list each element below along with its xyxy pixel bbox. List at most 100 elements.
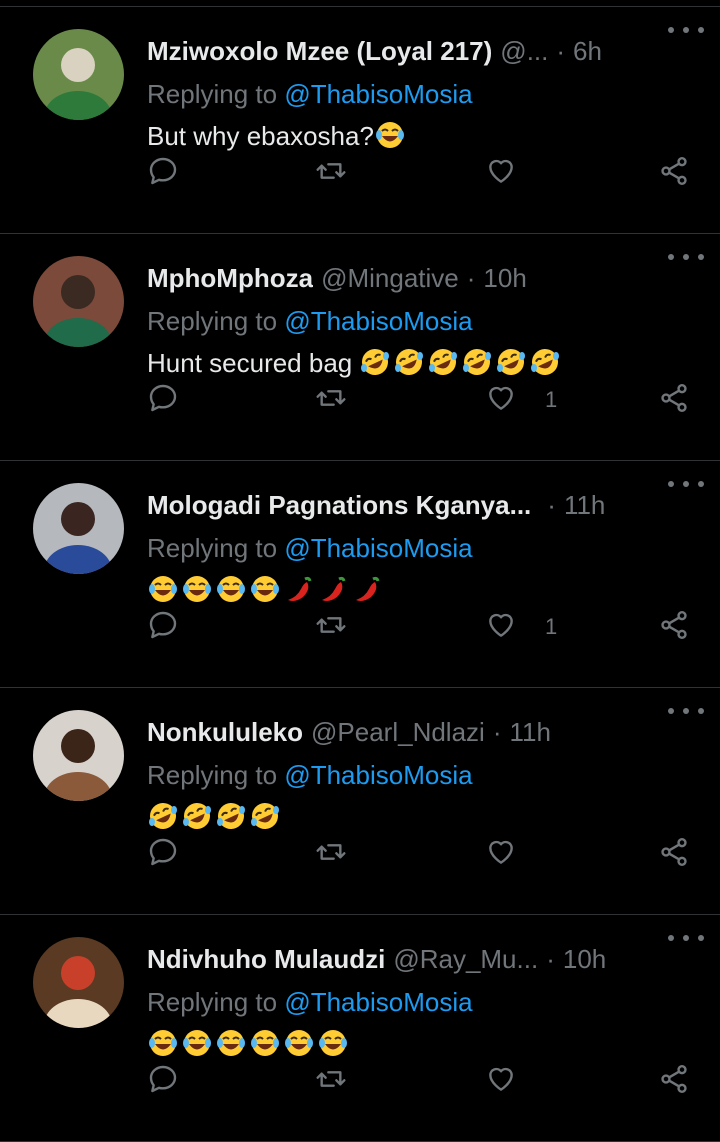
more-icon[interactable] xyxy=(668,248,704,266)
tweet-reply[interactable]: Mziwoxolo Mzee (Loyal 217) @... · 6h Replyin… xyxy=(0,7,720,234)
retweet-icon xyxy=(315,155,347,192)
action-bar xyxy=(147,153,690,193)
reply-icon xyxy=(147,382,179,419)
retweet-button[interactable] xyxy=(315,380,347,420)
user-handle[interactable]: @Ray_Mu... xyxy=(393,937,538,981)
more-icon[interactable] xyxy=(668,929,704,947)
avatar[interactable] xyxy=(33,256,124,347)
share-icon xyxy=(658,609,690,646)
like-count: 1 xyxy=(545,387,558,412)
more-icon[interactable] xyxy=(668,475,704,493)
reply-button[interactable] xyxy=(147,1061,179,1101)
share-button[interactable] xyxy=(658,1061,690,1101)
like-button[interactable]: 1 xyxy=(485,380,557,420)
share-button[interactable] xyxy=(658,380,690,420)
emoji-rolling-laughing xyxy=(147,800,179,832)
tweet-text: But why ebaxosha? xyxy=(147,115,702,157)
replying-to: Replying to @ThabisoMosia xyxy=(147,981,702,1023)
reply-button[interactable] xyxy=(147,380,179,420)
tweet-reply[interactable]: MphoMphoza @Mingative · 10h Replying to @Tha… xyxy=(0,234,720,461)
reply-button[interactable] xyxy=(147,153,179,193)
replying-to: Replying to @ThabisoMosia xyxy=(147,73,702,115)
heart-icon xyxy=(485,155,517,192)
share-icon xyxy=(658,155,690,192)
avatar[interactable] xyxy=(33,483,124,574)
emoji-tears-of-joy xyxy=(317,1027,349,1059)
heart-icon xyxy=(485,836,517,873)
timestamp[interactable]: 10h xyxy=(483,256,526,300)
emoji-rolling-laughing xyxy=(529,346,561,378)
timestamp[interactable]: 11h xyxy=(564,483,605,527)
share-button[interactable] xyxy=(658,834,690,874)
retweet-button[interactable] xyxy=(315,1061,347,1101)
timestamp[interactable]: 10h xyxy=(563,937,606,981)
separator-dot: · xyxy=(492,717,502,747)
retweet-icon xyxy=(315,609,347,646)
more-icon[interactable] xyxy=(668,702,704,720)
tweet-reply[interactable]: Nonkululeko @Pearl_Ndlazi · 11h Replying to … xyxy=(0,688,720,915)
retweet-button[interactable] xyxy=(315,834,347,874)
replying-label: Replying to xyxy=(147,987,278,1017)
like-button[interactable] xyxy=(485,1061,545,1101)
timestamp[interactable]: 11h xyxy=(510,710,551,754)
emoji-tears-of-joy xyxy=(147,1027,179,1059)
like-count: 1 xyxy=(545,614,558,639)
mention-link[interactable]: @ThabisoMosia xyxy=(284,79,472,109)
display-name[interactable]: Ndivhuho Mulaudzi xyxy=(147,937,385,981)
display-name[interactable]: MphoMphoza xyxy=(147,256,313,300)
reply-button[interactable] xyxy=(147,607,179,647)
share-button[interactable] xyxy=(658,153,690,193)
user-handle[interactable]: @... xyxy=(500,29,548,73)
emoji-chili-pepper xyxy=(351,573,383,605)
like-button[interactable] xyxy=(485,153,545,193)
emoji-tears-of-joy xyxy=(249,573,281,605)
tweet-text xyxy=(147,1023,702,1065)
display-name[interactable]: Mologadi Pagnations Kganya... xyxy=(147,483,531,527)
action-bar: 1 xyxy=(147,607,690,647)
timestamp[interactable]: 6h xyxy=(573,29,602,73)
retweet-button[interactable] xyxy=(315,153,347,193)
separator-dot: · xyxy=(556,36,566,66)
display-name[interactable]: Mziwoxolo Mzee (Loyal 217) xyxy=(147,29,492,73)
reply-button[interactable] xyxy=(147,834,179,874)
heart-icon xyxy=(485,1063,517,1100)
emoji-rolling-laughing xyxy=(181,800,213,832)
user-handle[interactable]: @Mingative xyxy=(321,256,459,300)
heart-icon xyxy=(485,609,517,646)
emoji-rolling-laughing xyxy=(393,346,425,378)
tweet-reply[interactable]: Ndivhuho Mulaudzi @Ray_Mu... · 10h Replying … xyxy=(0,915,720,1142)
mention-link[interactable]: @ThabisoMosia xyxy=(284,533,472,563)
emoji-tears-of-joy xyxy=(283,1027,315,1059)
tweet-reply[interactable]: Mologadi Pagnations Kganya... · 11h Replyin… xyxy=(0,461,720,688)
avatar[interactable] xyxy=(33,937,124,1028)
like-button[interactable]: 1 xyxy=(485,607,557,647)
avatar[interactable] xyxy=(33,29,124,120)
share-button[interactable] xyxy=(658,607,690,647)
mention-link[interactable]: @ThabisoMosia xyxy=(284,760,472,790)
heart-icon xyxy=(485,382,517,419)
separator-dot: · xyxy=(466,263,476,293)
tweet-text xyxy=(147,569,702,611)
replying-label: Replying to xyxy=(147,533,278,563)
user-handle[interactable]: @Pearl_Ndlazi xyxy=(311,710,485,754)
retweet-button[interactable] xyxy=(315,607,347,647)
more-icon[interactable] xyxy=(668,21,704,39)
display-name[interactable]: Nonkululeko xyxy=(147,710,303,754)
replying-label: Replying to xyxy=(147,760,278,790)
emoji-rolling-laughing xyxy=(427,346,459,378)
avatar[interactable] xyxy=(33,710,124,801)
mention-link[interactable]: @ThabisoMosia xyxy=(284,987,472,1017)
action-bar: 1 xyxy=(147,380,690,420)
tweet-text-body: But why ebaxosha? xyxy=(147,121,374,151)
mention-link[interactable]: @ThabisoMosia xyxy=(284,306,472,336)
like-button[interactable] xyxy=(485,834,545,874)
retweet-icon xyxy=(315,836,347,873)
emoji-rolling-laughing xyxy=(495,346,527,378)
action-bar xyxy=(147,834,690,874)
replying-label: Replying to xyxy=(147,79,278,109)
tweet-text: Hunt secured bag xyxy=(147,342,702,384)
tweet-text xyxy=(147,796,702,838)
reply-icon xyxy=(147,155,179,192)
replying-to: Replying to @ThabisoMosia xyxy=(147,754,702,796)
retweet-icon xyxy=(315,1063,347,1100)
